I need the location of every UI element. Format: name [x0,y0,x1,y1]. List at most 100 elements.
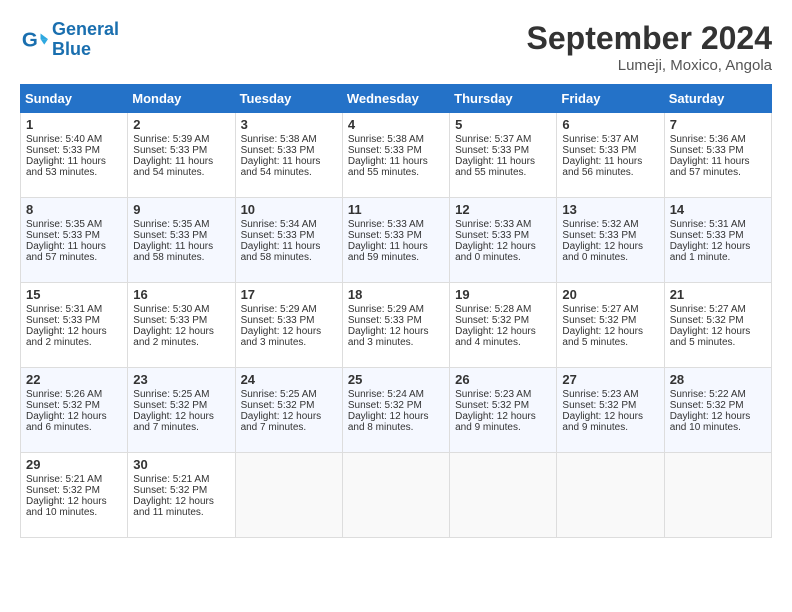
sunset-text: Sunset: 5:33 PM [670,230,766,241]
sunset-text: Sunset: 5:33 PM [241,145,337,156]
sunrise-text: Sunrise: 5:30 AM [133,304,229,315]
sunrise-text: Sunrise: 5:27 AM [670,304,766,315]
table-row: 11Sunrise: 5:33 AMSunset: 5:33 PMDayligh… [342,198,449,283]
daylight-text: Daylight: 12 hours and 11 minutes. [133,496,229,518]
sunset-text: Sunset: 5:33 PM [133,315,229,326]
daylight-text: Daylight: 11 hours and 57 minutes. [26,241,122,263]
daylight-text: Daylight: 12 hours and 0 minutes. [455,241,551,263]
day-number: 11 [348,202,444,217]
sunset-text: Sunset: 5:32 PM [670,400,766,411]
daylight-text: Daylight: 12 hours and 8 minutes. [348,411,444,433]
daylight-text: Daylight: 11 hours and 54 minutes. [241,156,337,178]
sunset-text: Sunset: 5:33 PM [241,230,337,241]
day-number: 4 [348,117,444,132]
day-number: 10 [241,202,337,217]
title-area: September 2024 Lumeji, Moxico, Angola [527,20,772,74]
location-subtitle: Lumeji, Moxico, Angola [527,57,772,74]
sunrise-text: Sunrise: 5:36 AM [670,134,766,145]
table-row: 9Sunrise: 5:35 AMSunset: 5:33 PMDaylight… [128,198,235,283]
sunrise-text: Sunrise: 5:28 AM [455,304,551,315]
col-saturday: Saturday [664,85,771,113]
day-number: 13 [562,202,658,217]
day-number: 12 [455,202,551,217]
sunset-text: Sunset: 5:32 PM [670,315,766,326]
table-row: 13Sunrise: 5:32 AMSunset: 5:33 PMDayligh… [557,198,664,283]
day-number: 1 [26,117,122,132]
table-row: 10Sunrise: 5:34 AMSunset: 5:33 PMDayligh… [235,198,342,283]
daylight-text: Daylight: 11 hours and 54 minutes. [133,156,229,178]
sunset-text: Sunset: 5:33 PM [348,145,444,156]
day-number: 15 [26,287,122,302]
table-row: 18Sunrise: 5:29 AMSunset: 5:33 PMDayligh… [342,283,449,368]
daylight-text: Daylight: 12 hours and 10 minutes. [670,411,766,433]
table-row: 2Sunrise: 5:39 AMSunset: 5:33 PMDaylight… [128,113,235,198]
table-row: 8Sunrise: 5:35 AMSunset: 5:33 PMDaylight… [21,198,128,283]
day-number: 17 [241,287,337,302]
month-title: September 2024 [527,20,772,57]
sunrise-text: Sunrise: 5:24 AM [348,389,444,400]
sunset-text: Sunset: 5:33 PM [455,230,551,241]
daylight-text: Daylight: 12 hours and 5 minutes. [562,326,658,348]
sunset-text: Sunset: 5:33 PM [26,230,122,241]
calendar-week-row: 1Sunrise: 5:40 AMSunset: 5:33 PMDaylight… [21,113,772,198]
sunrise-text: Sunrise: 5:33 AM [455,219,551,230]
calendar-week-row: 29Sunrise: 5:21 AMSunset: 5:32 PMDayligh… [21,453,772,538]
daylight-text: Daylight: 12 hours and 3 minutes. [241,326,337,348]
daylight-text: Daylight: 12 hours and 0 minutes. [562,241,658,263]
sunset-text: Sunset: 5:32 PM [348,400,444,411]
table-row: 30Sunrise: 5:21 AMSunset: 5:32 PMDayligh… [128,453,235,538]
logo-text: General Blue [52,20,119,60]
sunrise-text: Sunrise: 5:25 AM [133,389,229,400]
day-number: 2 [133,117,229,132]
day-number: 14 [670,202,766,217]
daylight-text: Daylight: 11 hours and 58 minutes. [133,241,229,263]
day-number: 25 [348,372,444,387]
daylight-text: Daylight: 12 hours and 1 minute. [670,241,766,263]
sunrise-text: Sunrise: 5:39 AM [133,134,229,145]
sunrise-text: Sunrise: 5:23 AM [455,389,551,400]
daylight-text: Daylight: 11 hours and 56 minutes. [562,156,658,178]
table-row: 14Sunrise: 5:31 AMSunset: 5:33 PMDayligh… [664,198,771,283]
table-row [664,453,771,538]
day-number: 20 [562,287,658,302]
sunset-text: Sunset: 5:32 PM [26,400,122,411]
sunrise-text: Sunrise: 5:25 AM [241,389,337,400]
table-row: 17Sunrise: 5:29 AMSunset: 5:33 PMDayligh… [235,283,342,368]
daylight-text: Daylight: 11 hours and 53 minutes. [26,156,122,178]
table-row: 24Sunrise: 5:25 AMSunset: 5:32 PMDayligh… [235,368,342,453]
sunrise-text: Sunrise: 5:21 AM [26,474,122,485]
calendar-week-row: 22Sunrise: 5:26 AMSunset: 5:32 PMDayligh… [21,368,772,453]
sunrise-text: Sunrise: 5:27 AM [562,304,658,315]
sunset-text: Sunset: 5:33 PM [348,230,444,241]
day-number: 27 [562,372,658,387]
calendar-week-row: 15 Sunrise: 5:31 AM Sunset: 5:33 PM Dayligh… [21,283,772,368]
daylight-text: Daylight: 12 hours and 5 minutes. [670,326,766,348]
daylight-text: Daylight: 11 hours and 55 minutes. [348,156,444,178]
page-header: G General Blue September 2024 Lumeji, Mo… [20,20,772,74]
sunrise-text: Sunrise: 5:31 AM [26,304,122,315]
day-number: 16 [133,287,229,302]
day-number: 23 [133,372,229,387]
table-row: 28Sunrise: 5:22 AMSunset: 5:32 PMDayligh… [664,368,771,453]
table-row: 23Sunrise: 5:25 AMSunset: 5:32 PMDayligh… [128,368,235,453]
table-row: 29Sunrise: 5:21 AMSunset: 5:32 PMDayligh… [21,453,128,538]
sunset-text: Sunset: 5:32 PM [562,315,658,326]
day-number: 5 [455,117,551,132]
day-number: 6 [562,117,658,132]
sunset-text: Sunset: 5:32 PM [133,485,229,496]
day-number: 26 [455,372,551,387]
svg-text:G: G [22,28,38,51]
calendar-week-row: 8Sunrise: 5:35 AMSunset: 5:33 PMDaylight… [21,198,772,283]
sunset-text: Sunset: 5:32 PM [133,400,229,411]
table-row: 1Sunrise: 5:40 AMSunset: 5:33 PMDaylight… [21,113,128,198]
daylight-text: Daylight: 12 hours and 7 minutes. [241,411,337,433]
sunset-text: Sunset: 5:32 PM [455,315,551,326]
day-number: 30 [133,457,229,472]
sunset-text: Sunset: 5:33 PM [670,145,766,156]
daylight-text: Daylight: 12 hours and 2 minutes. [26,326,122,348]
logo-line2: Blue [52,39,91,59]
table-row: 3Sunrise: 5:38 AMSunset: 5:33 PMDaylight… [235,113,342,198]
table-row: 4Sunrise: 5:38 AMSunset: 5:33 PMDaylight… [342,113,449,198]
sunset-text: Sunset: 5:32 PM [26,485,122,496]
daylight-text: Daylight: 12 hours and 6 minutes. [26,411,122,433]
